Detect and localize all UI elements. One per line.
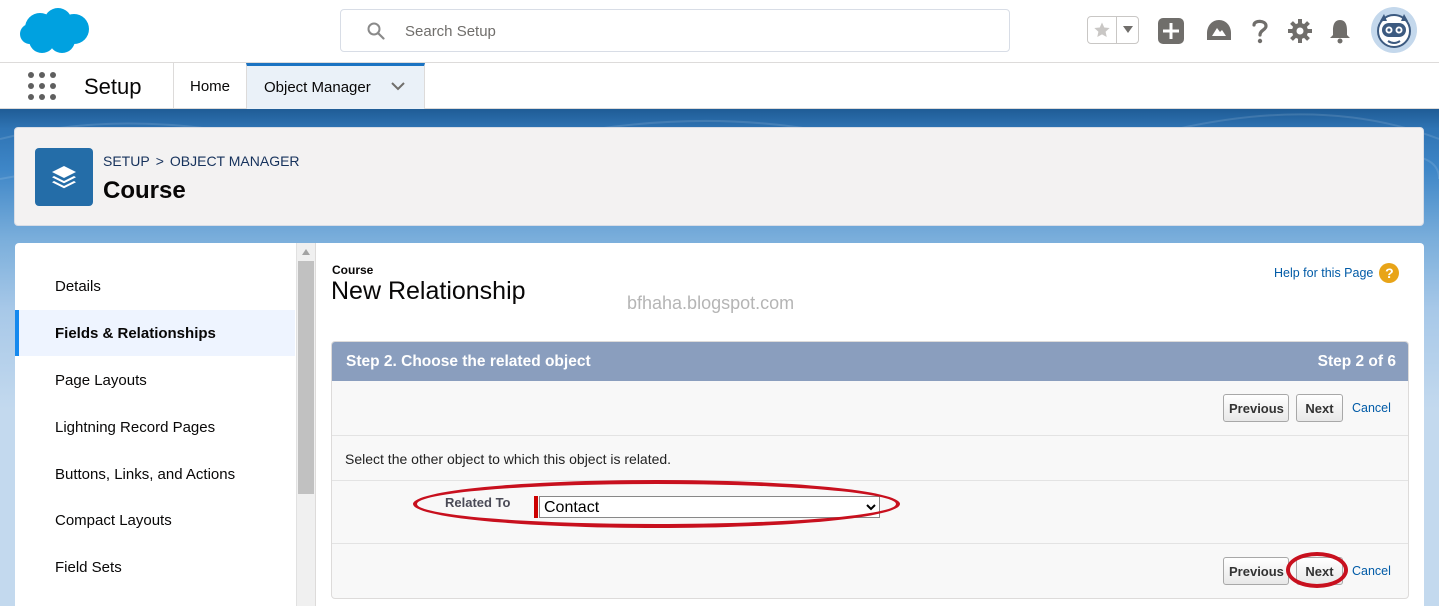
help-button[interactable] — [1246, 16, 1274, 46]
sidebar-item-details[interactable]: Details — [15, 263, 295, 309]
wizard-description: Select the other object to which this ob… — [345, 451, 672, 467]
cancel-link-bottom[interactable]: Cancel — [1352, 564, 1391, 578]
salesforce-cloud-logo[interactable] — [18, 6, 92, 56]
global-header — [0, 0, 1439, 63]
user-avatar[interactable] — [1371, 7, 1417, 53]
page-title: New Relationship — [331, 277, 526, 305]
wizard-header: Step 2. Choose the related object Step 2… — [332, 342, 1408, 381]
help-question-icon: ? — [1379, 263, 1400, 283]
bell-icon — [1330, 20, 1350, 44]
astro-avatar-icon — [1371, 7, 1417, 53]
sidebar-item-compact-layouts[interactable]: Compact Layouts — [15, 497, 295, 543]
help-for-this-page-link[interactable]: Help for this Page ? — [1274, 263, 1400, 283]
required-indicator — [534, 496, 538, 518]
wizard-step-title: Step 2. Choose the related object — [346, 353, 591, 370]
star-icon — [1094, 22, 1110, 38]
app-launcher-icon[interactable] — [28, 72, 56, 100]
context-bar: Setup Home Object Manager — [0, 63, 1439, 109]
sidebar-scrollbar[interactable] — [296, 243, 315, 606]
tab-home[interactable]: Home — [173, 63, 246, 109]
wizard-panel: Step 2. Choose the related object Step 2… — [331, 341, 1409, 599]
related-to-field-row: Related To Contact — [332, 481, 1408, 544]
object-header: SETUP > OBJECT MANAGER Course — [14, 127, 1424, 226]
page-object-name: Course — [332, 263, 374, 277]
favorites-group — [1087, 16, 1139, 44]
next-button-top[interactable]: Next — [1296, 394, 1343, 422]
object-sidebar: Details Fields & Relationships Page Layo… — [15, 243, 315, 606]
plus-icon — [1158, 18, 1184, 44]
question-icon — [1252, 19, 1268, 44]
favorites-dropdown-button[interactable] — [1117, 17, 1138, 43]
caret-down-icon — [1122, 26, 1133, 33]
wizard-step-count: Step 2 of 6 — [1317, 353, 1396, 370]
chevron-down-icon[interactable] — [390, 80, 406, 92]
search-box[interactable] — [340, 9, 1010, 52]
global-actions-button[interactable] — [1157, 16, 1185, 46]
next-button-bottom[interactable]: Next — [1296, 557, 1343, 585]
related-to-label: Related To — [445, 495, 511, 510]
scroll-up-arrow-icon[interactable] — [297, 245, 315, 259]
search-input[interactable] — [405, 18, 985, 44]
gear-icon — [1288, 19, 1312, 43]
breadcrumb-separator: > — [155, 153, 164, 169]
wizard-description-row: Select the other object to which this ob… — [332, 435, 1408, 481]
related-to-select[interactable]: Contact — [539, 496, 880, 518]
cancel-link-top[interactable]: Cancel — [1352, 401, 1391, 415]
scrollbar-thumb[interactable] — [298, 261, 314, 494]
trailhead-button[interactable] — [1205, 16, 1233, 46]
sidebar-item-fields-relationships[interactable]: Fields & Relationships — [15, 310, 295, 356]
wizard-bottom-buttons: Previous Next Cancel — [332, 544, 1408, 598]
search-icon — [367, 22, 385, 40]
sidebar-item-page-layouts[interactable]: Page Layouts — [15, 357, 295, 403]
notifications-button[interactable] — [1326, 16, 1354, 46]
app-name: Setup — [84, 74, 142, 99]
setup-gear-button[interactable] — [1286, 16, 1314, 46]
previous-button-bottom[interactable]: Previous — [1223, 557, 1289, 585]
breadcrumb-setup-link[interactable]: SETUP — [103, 153, 150, 169]
sidebar-item-buttons-links-actions[interactable]: Buttons, Links, and Actions — [15, 451, 295, 497]
main-content: Course New Relationship bfhaha.blogspot.… — [315, 243, 1424, 606]
layers-icon — [52, 166, 76, 189]
help-link-label: Help for this Page — [1274, 266, 1374, 280]
wizard-top-buttons: Previous Next Cancel — [332, 381, 1408, 435]
favorites-star-button[interactable] — [1088, 17, 1117, 43]
tab-object-manager-label: Object Manager — [264, 79, 371, 96]
sidebar-item-field-sets[interactable]: Field Sets — [15, 544, 295, 590]
sidebar-item-lightning-record-pages[interactable]: Lightning Record Pages — [15, 404, 295, 450]
tab-object-manager[interactable]: Object Manager — [246, 63, 425, 109]
watermark-text: bfhaha.blogspot.com — [627, 293, 795, 313]
trailhead-icon — [1207, 20, 1231, 40]
breadcrumb-object-manager-link[interactable]: OBJECT MANAGER — [170, 153, 300, 169]
breadcrumb: SETUP > OBJECT MANAGER — [103, 153, 300, 169]
previous-button-top[interactable]: Previous — [1223, 394, 1289, 422]
object-icon — [35, 148, 93, 206]
object-title: Course — [103, 177, 186, 204]
